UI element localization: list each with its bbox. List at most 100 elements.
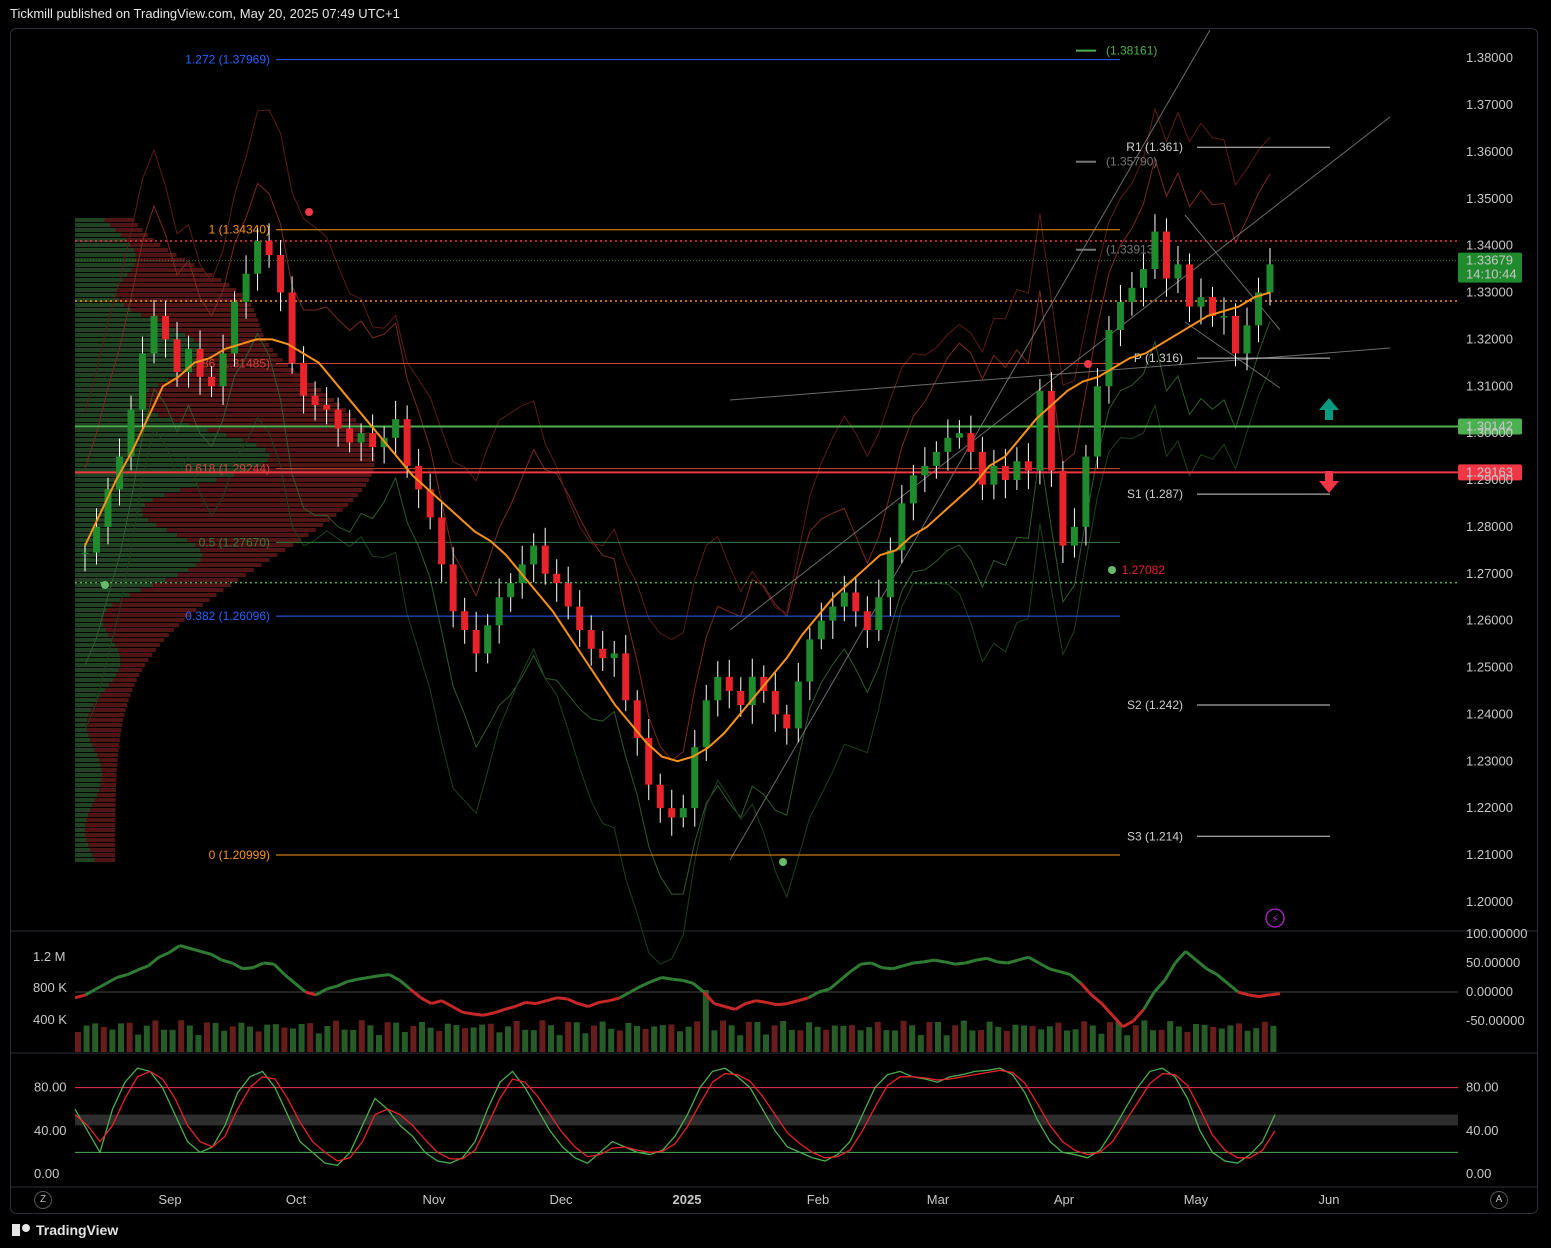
momentum-tick-label: -50.00000	[1466, 1013, 1525, 1028]
volume-bar	[823, 1029, 830, 1052]
volume-bar	[1193, 1024, 1199, 1052]
zoom-button[interactable]: Z	[34, 1191, 52, 1209]
price-tick-label: 1.37000	[1466, 97, 1513, 112]
profile-bar-up	[75, 483, 198, 487]
time-tick-label: Mar	[927, 1192, 950, 1207]
candle-body	[1105, 330, 1113, 387]
candle-body	[886, 550, 894, 598]
stoch-tick-label-right: 0.00	[1466, 1166, 1491, 1181]
volume-bar	[358, 1020, 365, 1052]
momentum-segment	[1122, 1019, 1135, 1029]
volume-bar	[806, 1022, 812, 1052]
price-chart[interactable]: 1.272 (1.37969)1 (1.34340)0.786 (1.31485…	[0, 0, 1551, 1248]
candle-body	[714, 676, 722, 701]
footer-brand[interactable]: TradingView	[12, 1222, 118, 1238]
profile-bar-down	[109, 683, 135, 687]
volume-bar	[668, 1024, 675, 1052]
price-tick-label: 1.25000	[1466, 660, 1513, 675]
profile-bar-up	[75, 218, 105, 222]
profile-bar-up	[75, 378, 169, 382]
price-axis: 1.38000 1.37000 1.36000 1.35000 1.34000 1.330…	[1466, 50, 1513, 909]
fib-label: 1.272 (1.37969)	[185, 53, 270, 67]
momentum-segment	[242, 966, 254, 971]
candle-body	[81, 552, 89, 555]
volume-bar	[1270, 1025, 1277, 1052]
profile-bar-down	[100, 693, 131, 697]
price-tick-label: 1.31000	[1466, 378, 1513, 393]
candle-body	[162, 315, 170, 340]
pivot-label: S1 (1.287)	[1127, 487, 1183, 501]
profile-bar-up	[75, 243, 131, 247]
candle-body	[599, 648, 607, 659]
momentum-segment	[745, 999, 757, 1006]
volume-bar	[444, 1023, 451, 1052]
profile-bar-down	[87, 813, 116, 817]
profile-bar-up	[75, 518, 149, 522]
profile-bar-down	[180, 488, 363, 492]
profile-bar-up	[75, 633, 109, 637]
profile-bar-down	[164, 493, 359, 497]
candle-body	[840, 592, 848, 607]
volume-bar	[1064, 1030, 1070, 1052]
price-tick-label: 1.27000	[1466, 566, 1513, 581]
momentum-segment	[1153, 979, 1166, 994]
profile-bar-up	[75, 818, 87, 822]
profile-bar-up	[75, 528, 167, 532]
momentum-segment	[965, 958, 977, 965]
profile-bar-down	[86, 723, 123, 727]
volume-bar	[1227, 1025, 1234, 1052]
profile-bar-up	[75, 593, 130, 597]
auto-scale-button[interactable]: A	[1490, 1191, 1508, 1209]
price-tick-label: 1.28000	[1466, 519, 1513, 534]
profile-bar-down	[108, 633, 169, 637]
volume-bar	[1029, 1026, 1036, 1052]
profile-bar-down	[130, 243, 161, 247]
volume-bar	[978, 1030, 984, 1052]
profile-bar-up	[75, 828, 86, 832]
momentum-segment	[923, 958, 935, 964]
volume-bar	[1253, 1028, 1260, 1052]
momentum-segment	[619, 990, 632, 1000]
volume-bar	[1218, 1028, 1225, 1052]
profile-bar-up	[75, 743, 93, 747]
volume-bar	[479, 1024, 486, 1052]
candle-body	[403, 419, 411, 466]
profile-bar-down	[94, 858, 116, 862]
momentum-segment	[598, 999, 610, 1004]
profile-bar-down	[104, 218, 135, 222]
candle-body	[967, 433, 975, 452]
momentum-tick-label: 0.00000	[1466, 984, 1513, 999]
profile-bar-up	[75, 368, 189, 372]
volume-bar	[1021, 1025, 1027, 1052]
candle-body	[139, 353, 147, 410]
volume-bar	[1124, 1035, 1131, 1052]
momentum-segment	[409, 987, 422, 999]
volume-bar	[969, 1030, 976, 1052]
momentum-segment	[1216, 973, 1229, 985]
profile-bar-down	[119, 283, 230, 287]
momentum-segment	[535, 999, 547, 1006]
profile-bar-down	[148, 518, 330, 522]
volume-bar	[1175, 1026, 1182, 1052]
momentum-segment	[734, 1002, 747, 1011]
time-tick-label: May	[1184, 1192, 1209, 1207]
volume-bar	[100, 1026, 107, 1052]
momentum-tick-label: 50.00000	[1466, 955, 1520, 970]
profile-bar-down	[90, 808, 116, 812]
candle-body	[863, 611, 871, 630]
lower-band	[84, 321, 1271, 895]
volume-bar	[883, 1030, 890, 1052]
volume-bar	[1098, 1033, 1105, 1052]
candle-body	[725, 676, 733, 691]
volume-bar	[634, 1025, 640, 1052]
profile-bar-down	[140, 588, 224, 592]
profile-bar-up	[75, 643, 116, 647]
profile-bar-up	[75, 433, 227, 437]
momentum-segment	[283, 973, 297, 985]
profile-bar-up	[75, 318, 153, 322]
momentum-segment	[860, 961, 872, 966]
momentum-segment	[294, 982, 307, 994]
candle-body	[1082, 456, 1090, 527]
momentum-segment	[1017, 955, 1029, 962]
volume-bar	[204, 1022, 210, 1052]
